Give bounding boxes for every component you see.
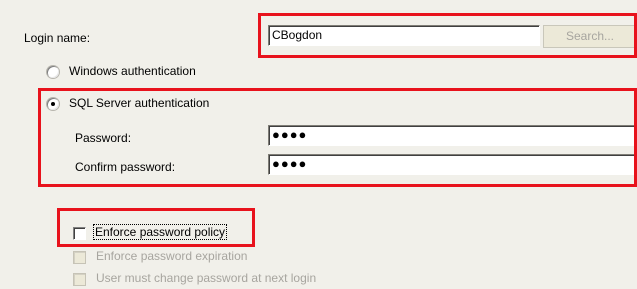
must-change-checkbox[interactable] (73, 273, 86, 286)
enforce-expiration-label: Enforce password expiration (96, 249, 248, 263)
windows-auth-label: Windows authentication (69, 64, 196, 78)
login-name-label: Login name: (24, 31, 91, 45)
must-change-label: User must change password at next login (96, 271, 317, 285)
windows-auth-radio[interactable] (47, 66, 59, 78)
sql-auth-highlight (38, 88, 637, 187)
login-name-highlight (258, 13, 637, 58)
enforce-expiration-checkbox[interactable] (73, 251, 86, 264)
enforce-policy-highlight (57, 208, 255, 247)
